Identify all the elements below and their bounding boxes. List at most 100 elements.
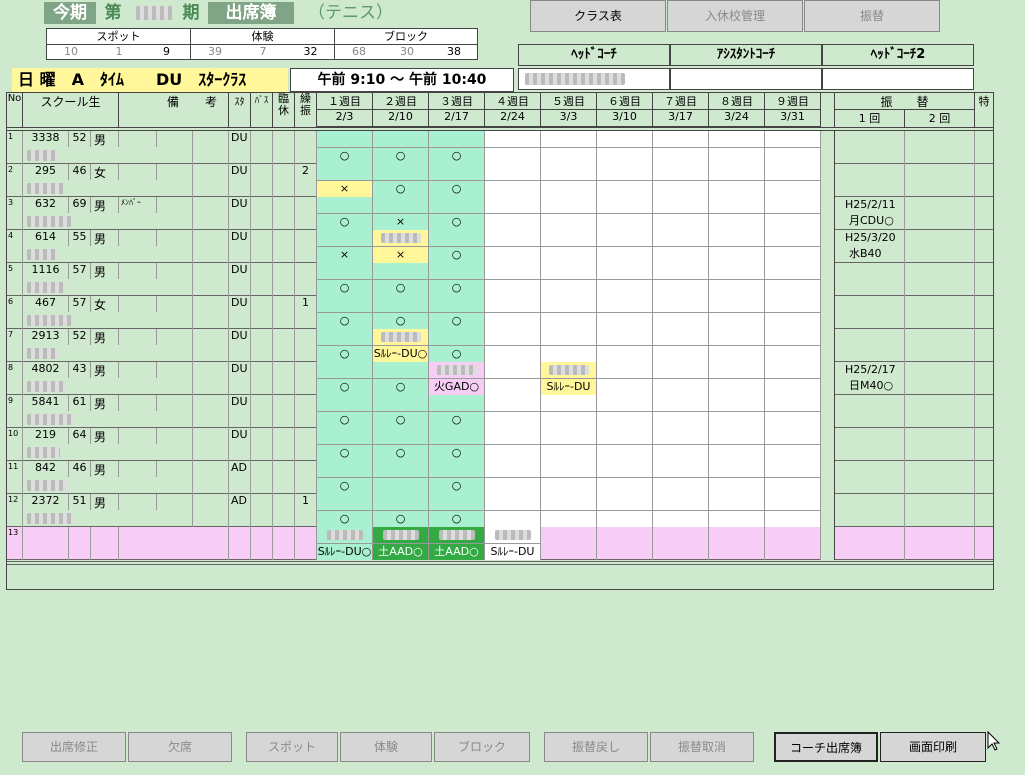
attendance-cell[interactable]: ○: [373, 164, 429, 197]
attendance-cell[interactable]: [709, 395, 765, 428]
attendance-mark[interactable]: ○: [373, 510, 428, 527]
spot-button[interactable]: スポット: [246, 732, 338, 762]
attendance-cell[interactable]: [709, 296, 765, 329]
attendance-mark[interactable]: ○: [429, 312, 484, 329]
attendance-cell[interactable]: [597, 461, 653, 494]
spot-cell[interactable]: 土AAD○: [373, 527, 429, 560]
trial-button[interactable]: 体験: [340, 732, 432, 762]
attendance-cell[interactable]: [597, 329, 653, 362]
attendance-cell[interactable]: ○: [429, 329, 485, 362]
spot-mark[interactable]: 土AAD○: [429, 543, 484, 560]
spot-cell[interactable]: Sﾙﾚｰ-DU: [485, 527, 541, 560]
attendance-cell[interactable]: [541, 164, 597, 197]
attendance-cell[interactable]: [765, 131, 821, 164]
attendance-mark[interactable]: ○: [429, 147, 484, 164]
attendance-cell[interactable]: ×: [373, 230, 429, 263]
attendance-cell[interactable]: [541, 197, 597, 230]
attendance-cell[interactable]: [653, 131, 709, 164]
spot-mark[interactable]: Sﾙﾚｰ-DU: [485, 543, 540, 560]
attendance-mark[interactable]: ○: [317, 510, 372, 527]
attendance-mark[interactable]: ○: [373, 312, 428, 329]
attendance-cell[interactable]: ○: [429, 428, 485, 461]
coach-attendance-button[interactable]: コーチ出席簿: [774, 732, 878, 762]
attendance-cell[interactable]: [653, 197, 709, 230]
absence-button[interactable]: 欠席: [128, 732, 232, 762]
attendance-cell[interactable]: [485, 494, 541, 527]
attendance-mark[interactable]: ○: [429, 279, 484, 296]
attendance-mark[interactable]: ○: [373, 411, 428, 428]
attendance-mark[interactable]: ○: [373, 378, 428, 395]
attendance-cell[interactable]: ○: [373, 263, 429, 296]
attendance-cell[interactable]: [709, 494, 765, 527]
attendance-cell[interactable]: [541, 461, 597, 494]
attendance-mark[interactable]: ○: [429, 246, 484, 263]
attendance-cell[interactable]: [373, 461, 429, 494]
attendance-mark[interactable]: ○: [429, 345, 484, 362]
attendance-cell[interactable]: ○: [373, 131, 429, 164]
attendance-cell[interactable]: [709, 329, 765, 362]
attendance-cell[interactable]: ×: [373, 197, 429, 230]
attendance-cell[interactable]: ○: [317, 395, 373, 428]
attendance-cell[interactable]: [709, 461, 765, 494]
attendance-mark[interactable]: ×: [373, 213, 428, 230]
makeup-revert-button[interactable]: 振替戻し: [544, 732, 648, 762]
attendance-cell[interactable]: [541, 131, 597, 164]
attendance-cell[interactable]: [541, 395, 597, 428]
attendance-cell[interactable]: [485, 230, 541, 263]
attendance-mark[interactable]: ○: [317, 312, 372, 329]
student-row[interactable]: 9 5841 61 男 DU ○ ○ ○: [7, 395, 993, 428]
attendance-cell[interactable]: [709, 230, 765, 263]
attendance-cell[interactable]: [485, 164, 541, 197]
spot-cell[interactable]: Sﾙﾚｰ-DU○: [317, 527, 373, 560]
student-row[interactable]: 10 219 64 男 DU ○ ○ ○: [7, 428, 993, 461]
attendance-mark[interactable]: ○: [373, 147, 428, 164]
attendance-cell[interactable]: ○: [373, 494, 429, 527]
attendance-cell[interactable]: [709, 428, 765, 461]
attendance-cell[interactable]: [597, 362, 653, 395]
makeup-cancel-button[interactable]: 振替取消: [650, 732, 754, 762]
attendance-cell[interactable]: [765, 296, 821, 329]
attendance-mark[interactable]: ×: [373, 246, 428, 263]
spot-row[interactable]: 13 Sﾙﾚｰ-DU○ 土AAD○ 土AAD○ Sﾙﾚｰ-DU: [7, 527, 993, 560]
attendance-cell[interactable]: ○: [429, 296, 485, 329]
attendance-mark[interactable]: ○: [373, 180, 428, 197]
attendance-cell[interactable]: [597, 197, 653, 230]
attendance-cell[interactable]: [597, 164, 653, 197]
attendance-mark[interactable]: ○: [429, 213, 484, 230]
attendance-mark[interactable]: ○: [429, 444, 484, 461]
attendance-mark[interactable]: Sﾙﾚｰ-DU: [541, 378, 596, 395]
attendance-cell[interactable]: [541, 263, 597, 296]
attendance-cell[interactable]: ○: [317, 494, 373, 527]
attendance-cell[interactable]: ○: [317, 131, 373, 164]
attendance-cell[interactable]: [765, 362, 821, 395]
student-row[interactable]: 3 632 69 男ﾒﾝﾊﾞｰ DU ○ × ○ H25/2/11 月CDU○: [7, 197, 993, 230]
attendance-cell[interactable]: [765, 461, 821, 494]
attendance-cell[interactable]: [709, 131, 765, 164]
print-screen-button[interactable]: 画面印刷: [880, 732, 986, 762]
attendance-cell[interactable]: [765, 230, 821, 263]
attendance-cell[interactable]: [541, 494, 597, 527]
attendance-cell[interactable]: [597, 494, 653, 527]
attendance-cell[interactable]: ○: [429, 395, 485, 428]
attendance-cell[interactable]: ○: [429, 197, 485, 230]
student-row[interactable]: 2 295 46 女 DU 2 × ○ ○: [7, 164, 993, 197]
attendance-cell[interactable]: [485, 428, 541, 461]
attendance-cell[interactable]: ○: [317, 461, 373, 494]
attendance-cell[interactable]: ○: [317, 296, 373, 329]
attendance-cell[interactable]: ×: [317, 230, 373, 263]
attendance-cell[interactable]: ○: [317, 329, 373, 362]
attendance-cell[interactable]: ○: [429, 494, 485, 527]
enrollment-management-button[interactable]: 入休校管理: [667, 0, 803, 32]
attendance-mark[interactable]: ×: [317, 180, 372, 197]
attendance-mark[interactable]: [373, 477, 428, 494]
attendance-cell[interactable]: ○: [429, 461, 485, 494]
attendance-cell[interactable]: [765, 329, 821, 362]
attendance-cell[interactable]: [653, 263, 709, 296]
student-row[interactable]: 8 4802 43 男 DU ○ ○ 火GAD○ Sﾙﾚｰ-DU H25/2/17 日M40○: [7, 362, 993, 395]
attendance-mark[interactable]: ○: [317, 147, 372, 164]
student-row[interactable]: 5 1116 57 男 DU ○ ○ ○: [7, 263, 993, 296]
attendance-mark[interactable]: ○: [317, 378, 372, 395]
attendance-mark[interactable]: ○: [317, 213, 372, 230]
student-row[interactable]: 11 842 46 男 AD ○ ○: [7, 461, 993, 494]
attendance-cell[interactable]: [597, 395, 653, 428]
